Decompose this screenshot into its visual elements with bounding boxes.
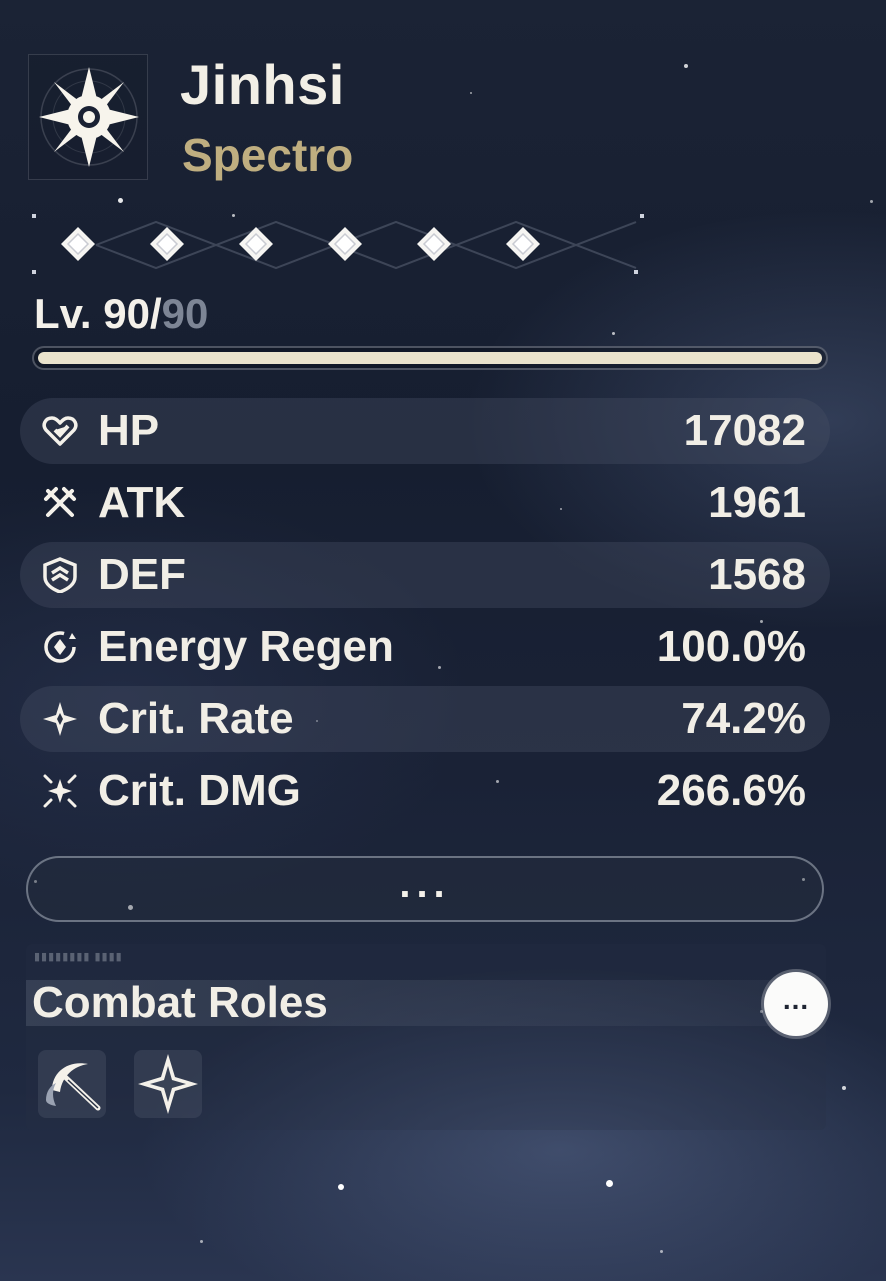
stat-value: 266.6% xyxy=(656,766,806,815)
element-emblem xyxy=(28,54,148,180)
more-stats-button[interactable]: ... xyxy=(26,856,824,922)
combat-role-2[interactable] xyxy=(134,1050,202,1118)
stat-value: 17082 xyxy=(683,406,806,455)
sequence-node-1-diamond-icon[interactable] xyxy=(60,226,96,262)
level-progress-bar xyxy=(32,346,828,370)
sequence-node-3-diamond-icon[interactable] xyxy=(238,226,274,262)
panel-decoration: ▮▮▮▮▮▮▮▮ ▮▮▮▮ xyxy=(34,951,123,963)
stat-value: 1961 xyxy=(708,478,806,527)
stat-value: 74.2% xyxy=(681,694,806,743)
stat-row-crit-rate: Crit. Rate 74.2% xyxy=(20,686,830,752)
level-max: 90 xyxy=(161,290,209,337)
four-point-star-icon xyxy=(138,1054,198,1114)
crit-dmg-icon xyxy=(43,774,77,808)
sequence-node-2-diamond-icon[interactable] xyxy=(149,226,185,262)
sequence-node-6-diamond-icon[interactable] xyxy=(505,226,541,262)
stat-value: 1568 xyxy=(708,550,806,599)
stat-row-atk: ATK 1961 xyxy=(20,470,830,536)
more-stats-label: ... xyxy=(399,862,451,906)
combat-roles-panel: ▮▮▮▮▮▮▮▮ ▮▮▮▮ Combat Roles ... xyxy=(26,944,828,1130)
combat-roles-more-button[interactable]: ... xyxy=(764,972,828,1036)
stat-label: ATK xyxy=(98,478,186,527)
spectro-sun-icon xyxy=(39,67,139,167)
energy-regen-icon xyxy=(44,631,76,663)
stat-label: DEF xyxy=(98,550,186,599)
stat-value: 100.0% xyxy=(656,622,806,671)
stat-row-energy-regen: Energy Regen 100.0% xyxy=(20,614,830,680)
character-element: Spectro xyxy=(182,129,354,181)
stat-row-hp: HP 17082 xyxy=(20,398,830,464)
sequence-node-4-diamond-icon[interactable] xyxy=(327,226,363,262)
def-shield-icon xyxy=(43,557,77,593)
stat-label: HP xyxy=(98,406,160,455)
level-progress-fill xyxy=(38,352,822,364)
atk-crossed-swords-icon xyxy=(44,487,76,517)
hp-heart-icon xyxy=(42,416,78,446)
stat-label: Crit. Rate xyxy=(98,694,294,743)
level-text: Lv. 90/90 xyxy=(34,290,208,338)
sequence-node-5-diamond-icon[interactable] xyxy=(416,226,452,262)
level-current: Lv. 90/ xyxy=(34,290,162,337)
stat-row-crit-dmg: Crit. DMG 266.6% xyxy=(20,758,830,824)
crit-rate-icon xyxy=(43,702,77,736)
stat-row-def: DEF 1568 xyxy=(20,542,830,608)
stats-list: HP 17082 ATK 1961 DEF 1568 Energy Regen … xyxy=(20,398,830,830)
combat-roles-title: Combat Roles xyxy=(32,978,328,1027)
ornament-dot xyxy=(32,214,36,218)
sequence-nodes xyxy=(32,212,656,278)
ornament-dot xyxy=(32,270,36,274)
ornament-dot xyxy=(640,214,644,218)
character-name: Jinhsi xyxy=(180,53,345,116)
more-icon: ... xyxy=(782,984,810,1015)
combat-role-1[interactable] xyxy=(38,1050,106,1118)
ornament-dot xyxy=(634,270,638,274)
scythe-slash-icon xyxy=(46,1063,101,1111)
stat-label: Crit. DMG xyxy=(98,766,301,815)
stat-label: Energy Regen xyxy=(98,622,394,671)
